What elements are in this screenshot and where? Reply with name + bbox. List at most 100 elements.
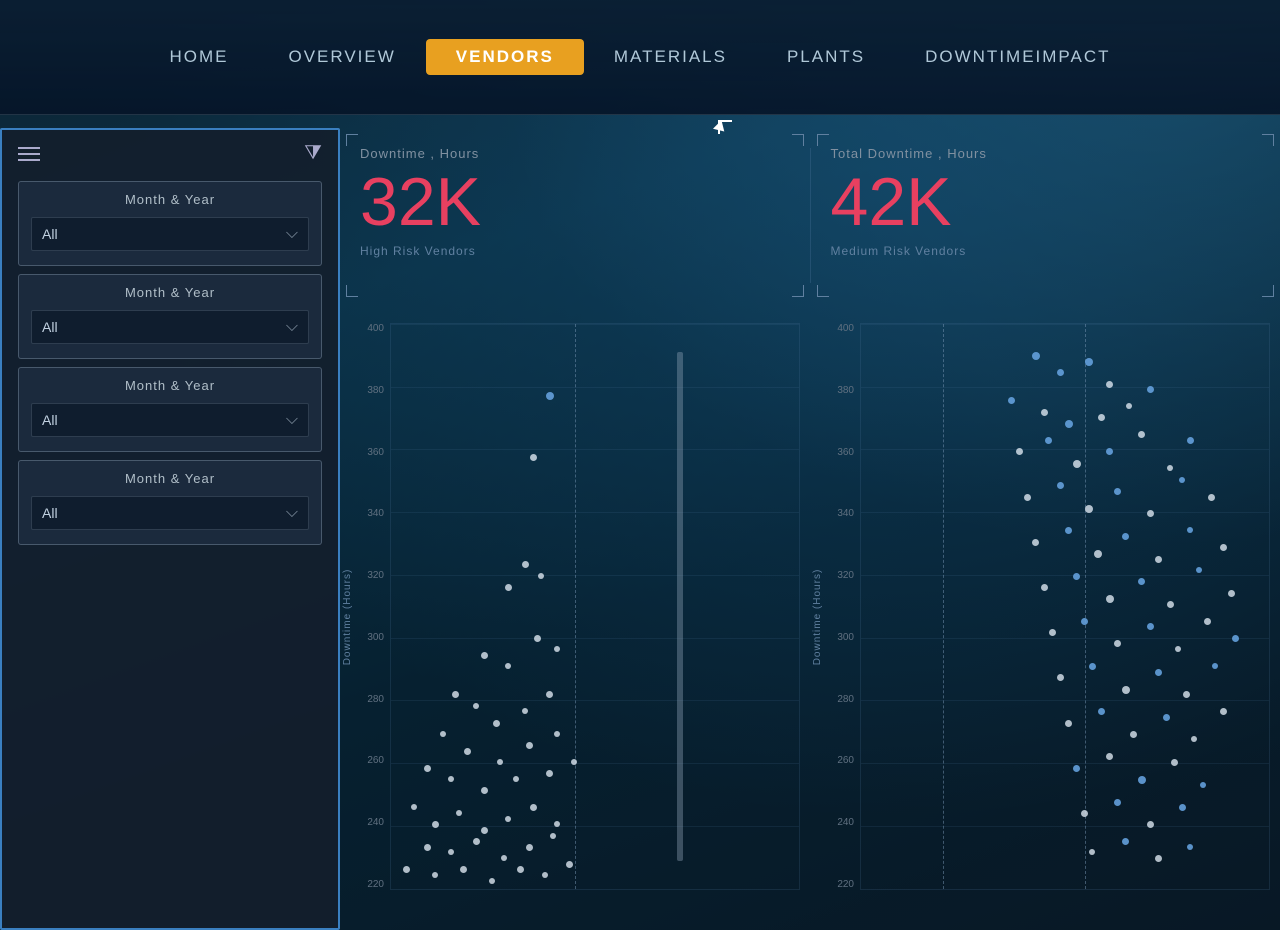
y-label-r-220: 220: [837, 879, 854, 890]
dot: [481, 787, 488, 794]
dot: [550, 833, 556, 839]
kpi-card-2: Total Downtime , Hours 42K Medium Risk V…: [811, 128, 1280, 303]
filter-icon[interactable]: ⧩: [304, 142, 322, 165]
y-label-r-240: 240: [837, 817, 854, 828]
dot: [1228, 590, 1235, 597]
dot: [522, 708, 528, 714]
dot: [1041, 409, 1048, 416]
grid-line: [391, 700, 799, 701]
grid-line: [861, 324, 1269, 325]
kpi-row: Downtime , Hours 32K High Risk Vendors T…: [340, 128, 1280, 303]
y-label-r-320: 320: [837, 570, 854, 581]
dot: [501, 855, 507, 861]
hamburger-menu[interactable]: [18, 147, 40, 161]
dot: [1106, 595, 1114, 603]
filter-select-2[interactable]: All ⌵: [31, 310, 309, 344]
grid-line: [391, 763, 799, 764]
y-label-260: 260: [367, 755, 384, 766]
dot: [1073, 573, 1080, 580]
dot: [1114, 488, 1121, 495]
y-label-400: 400: [367, 323, 384, 334]
grid-line: [861, 449, 1269, 450]
dot: [1204, 618, 1211, 625]
nav-plants[interactable]: Plants: [757, 39, 895, 75]
dot: [1057, 674, 1064, 681]
dot: [1147, 510, 1154, 517]
dot: [534, 635, 541, 642]
dot: [440, 731, 446, 737]
dot: [1045, 437, 1052, 444]
dot: [460, 866, 467, 873]
nav-vendors[interactable]: Vendors: [426, 39, 584, 75]
filter-select-1[interactable]: All ⌵: [31, 217, 309, 251]
filter-select-4[interactable]: All ⌵: [31, 496, 309, 530]
dot: [1191, 736, 1197, 742]
nav-materials[interactable]: Materials: [584, 39, 757, 75]
y-label-340: 340: [367, 508, 384, 519]
dot: [1138, 578, 1145, 585]
y-label-220: 220: [367, 879, 384, 890]
filter-value-3: All: [42, 412, 58, 428]
y-label-240: 240: [367, 817, 384, 828]
filter-group-3: Month & Year All ⌵: [18, 367, 322, 452]
kpi-sublabel-2: Medium Risk Vendors: [831, 244, 1261, 258]
corner-tl-2: [817, 134, 829, 146]
dot: [505, 584, 512, 591]
y-label-r-280: 280: [837, 694, 854, 705]
y-label-r-380: 380: [837, 385, 854, 396]
nav-downtime-impact[interactable]: DowntimeImpact: [895, 39, 1140, 75]
dot: [1122, 838, 1129, 845]
dot: [1041, 584, 1048, 591]
dot: [1065, 420, 1073, 428]
grid-line: [391, 638, 799, 639]
kpi-value-2: 42K: [831, 165, 1261, 240]
nav-home[interactable]: Home: [139, 39, 258, 75]
y-label-300: 300: [367, 632, 384, 643]
dot: [1200, 782, 1206, 788]
dot: [554, 646, 560, 652]
dot: [1065, 720, 1072, 727]
dot: [1130, 731, 1137, 738]
corner-bl-1: [346, 285, 358, 297]
dashed-line-r-2: [1085, 324, 1086, 889]
dot: [1106, 448, 1113, 455]
dot: [1171, 759, 1178, 766]
dot: [1155, 556, 1162, 563]
dot: [432, 872, 438, 878]
grid-line: [391, 575, 799, 576]
kpi-label-2: Total Downtime , Hours: [831, 146, 1261, 161]
dot: [1187, 437, 1194, 444]
dot: [1089, 849, 1095, 855]
dot: [1098, 414, 1105, 421]
dot: [505, 663, 511, 669]
nav-overview[interactable]: Overview: [258, 39, 425, 75]
filter-value-4: All: [42, 505, 58, 521]
dot: [546, 392, 554, 400]
dot: [1024, 494, 1031, 501]
dot: [505, 816, 511, 822]
dot: [1208, 494, 1215, 501]
dot: [448, 776, 454, 782]
dot: [424, 765, 431, 772]
y-label-r-260: 260: [837, 755, 854, 766]
filter-select-3[interactable]: All ⌵: [31, 403, 309, 437]
dot: [542, 872, 548, 878]
chevron-down-icon-4: ⌵: [286, 504, 298, 522]
dot: [1094, 550, 1102, 558]
y-label-280: 280: [367, 694, 384, 705]
kpi-card-1: Downtime , Hours 32K High Risk Vendors: [340, 128, 810, 303]
dot: [1147, 386, 1154, 393]
dot: [448, 849, 454, 855]
grid-line: [861, 638, 1269, 639]
dot: [1122, 686, 1130, 694]
dot: [566, 861, 573, 868]
filter-label-2: Month & Year: [31, 285, 309, 300]
dot: [1187, 844, 1193, 850]
y-label-380: 380: [367, 385, 384, 396]
dot: [1085, 358, 1093, 366]
grid-line: [391, 889, 799, 890]
dot: [424, 844, 431, 851]
navigation: Home Overview Vendors Materials Plants D…: [0, 0, 1280, 115]
dot: [1081, 810, 1088, 817]
dot: [452, 691, 459, 698]
